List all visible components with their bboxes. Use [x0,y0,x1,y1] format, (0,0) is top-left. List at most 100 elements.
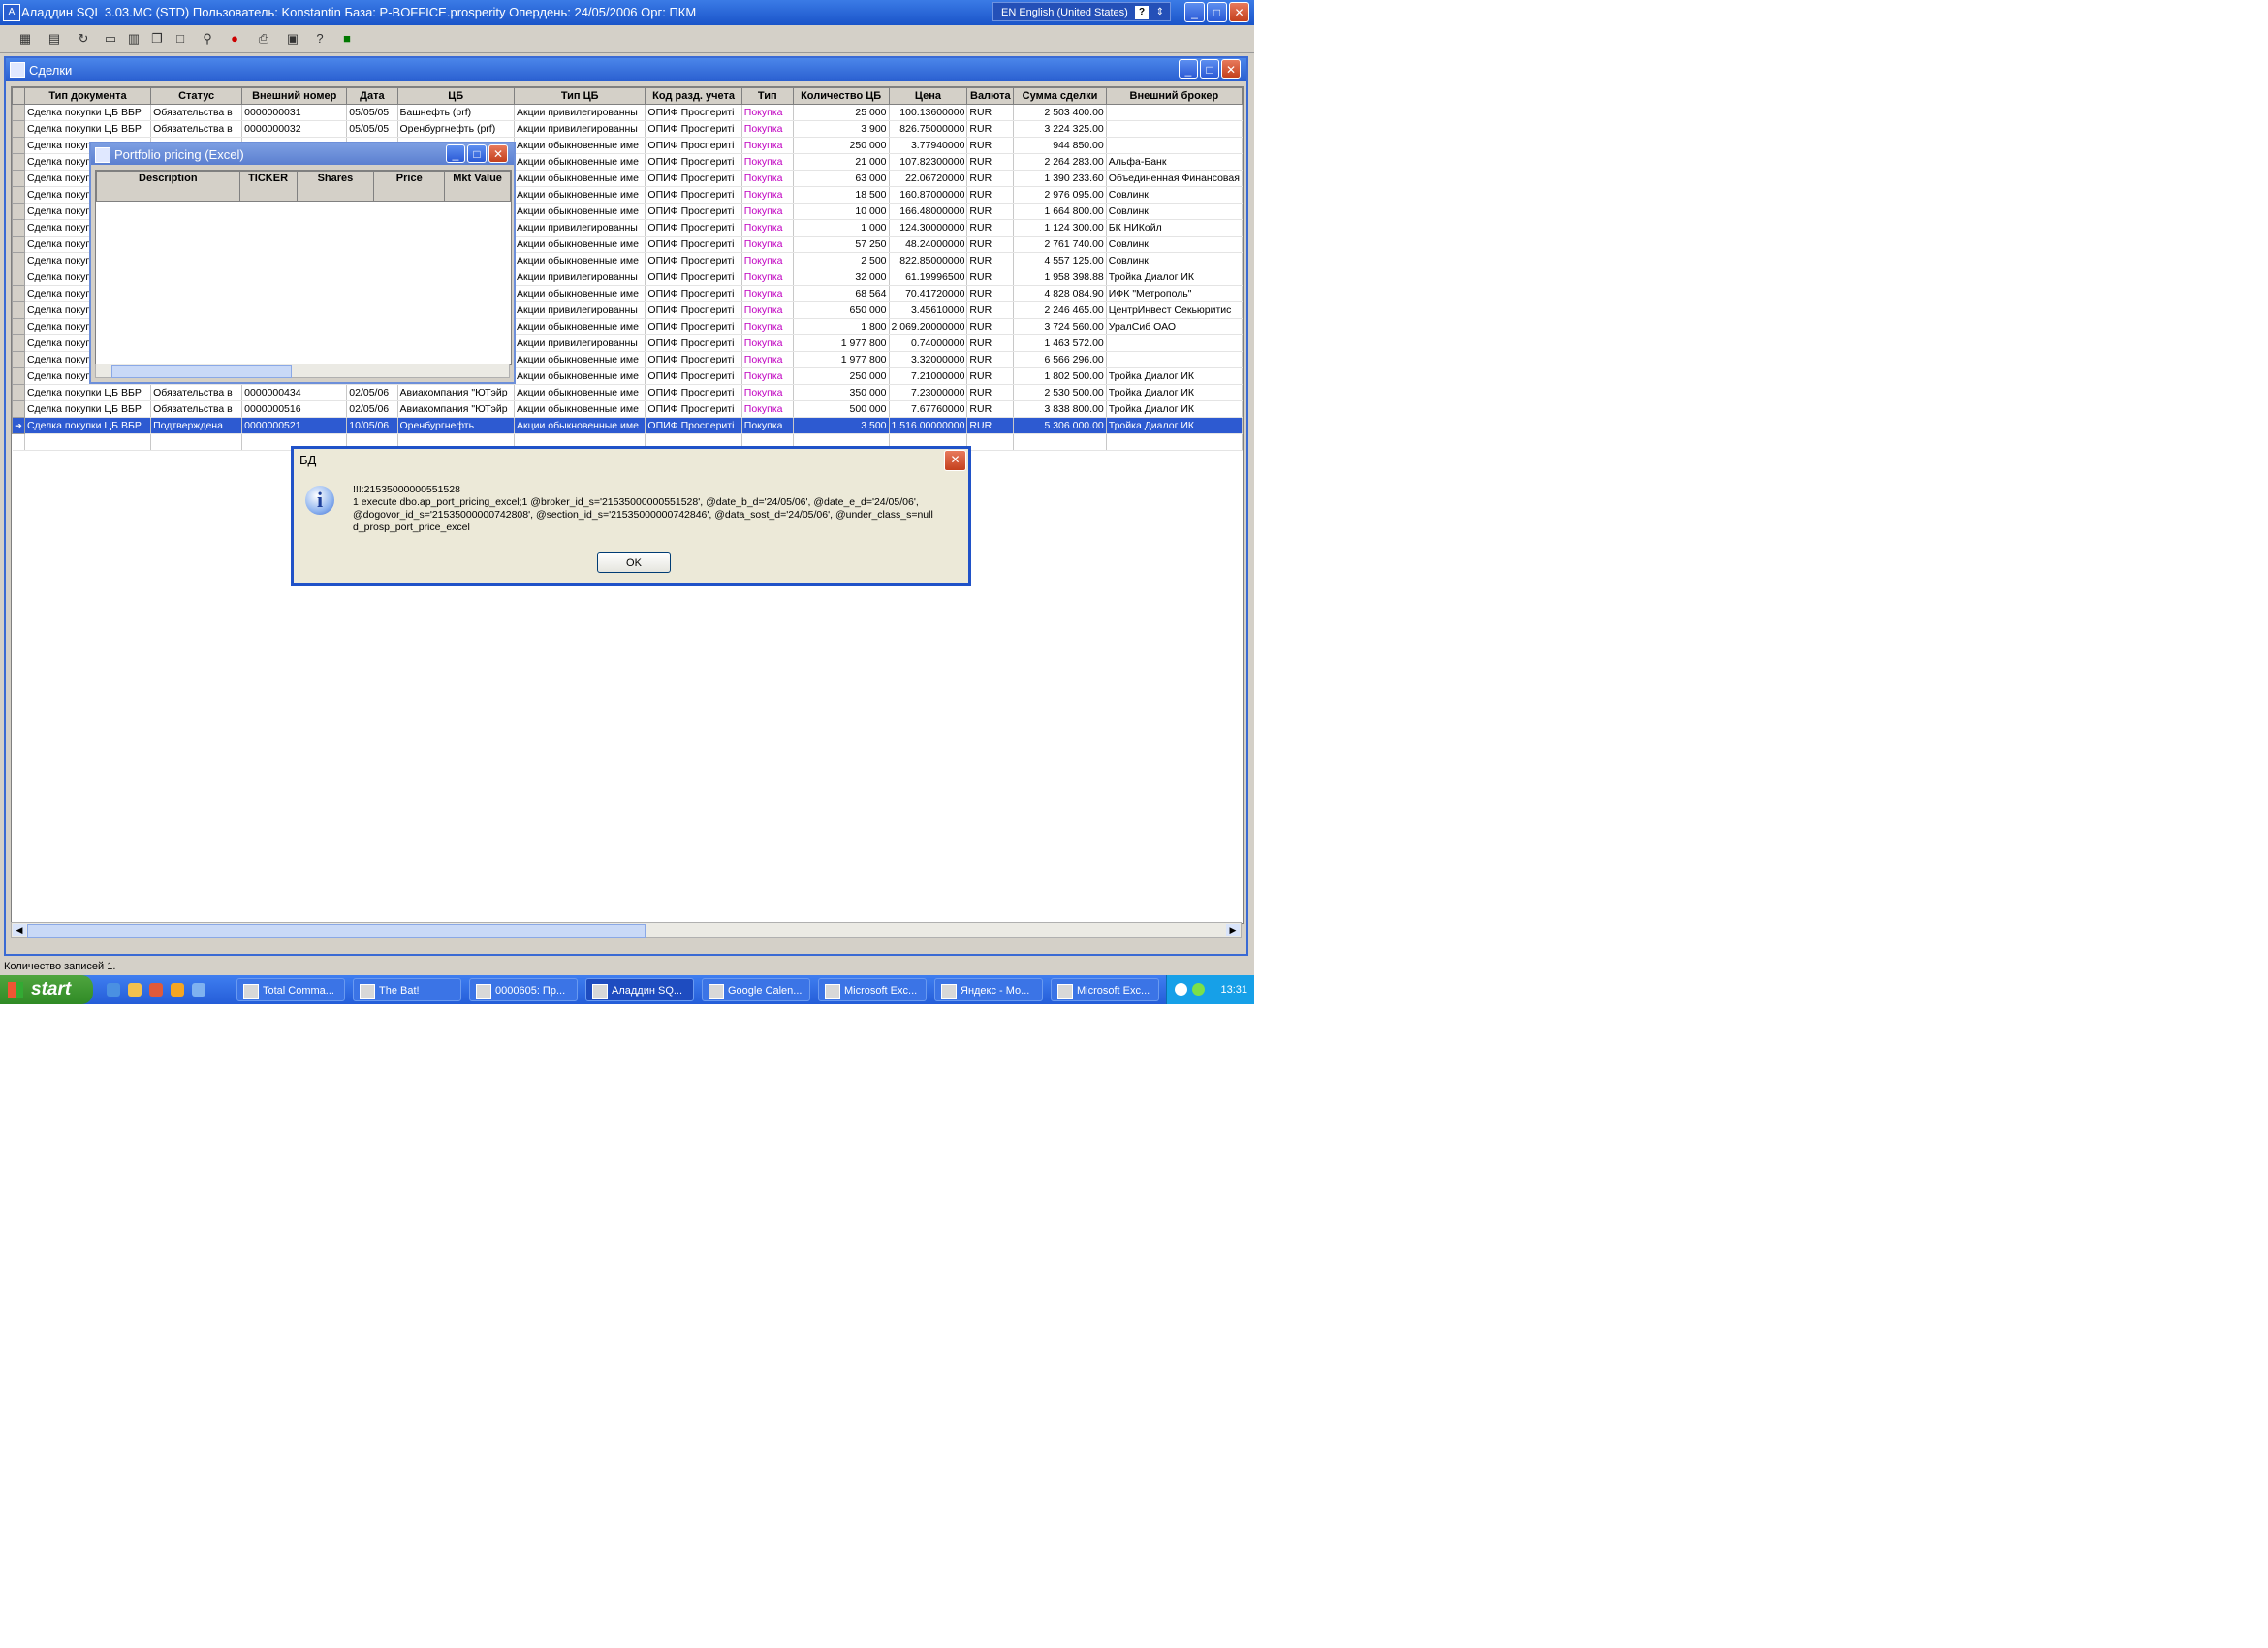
cell-account-code[interactable]: ОПИФ Проспериті [645,400,742,418]
row-indicator[interactable] [12,285,25,302]
cell-date[interactable]: 02/05/06 [346,400,398,418]
portfolio-minimize-button[interactable]: _ [446,144,465,163]
cell-account-code[interactable]: ОПИФ Проспериті [645,153,742,171]
cell-amount[interactable]: 1 124 300.00 [1013,219,1107,237]
row-indicator[interactable] [12,351,25,368]
cell-quantity[interactable]: 1 800 [793,318,890,335]
cell-type[interactable]: Покупка [741,203,794,220]
cell-currency[interactable]: RUR [966,351,1015,368]
cell-type[interactable]: Покупка [741,236,794,253]
cell-broker[interactable]: Совлинк [1106,203,1243,220]
cell-currency[interactable]: RUR [966,170,1015,187]
cell-currency[interactable]: RUR [966,384,1015,401]
cell-account-code[interactable]: ОПИФ Проспериті [645,137,742,154]
cell-date[interactable]: 05/05/05 [346,104,398,121]
cell-broker[interactable]: Тройка Диалог ИК [1106,367,1243,385]
cell-account-code[interactable]: ОПИФ Проспериті [645,334,742,352]
cell-type[interactable]: Покупка [741,186,794,204]
cell-broker[interactable]: ИФК "Метрополь" [1106,285,1243,302]
header-col-price[interactable]: Цена [888,87,968,105]
cell-type[interactable]: Покупка [741,153,794,171]
cell-status[interactable]: Обязательства в [150,384,243,401]
cell-type[interactable]: Покупка [741,334,794,352]
cell-security-type[interactable]: Акции обыкновенные име [514,351,646,368]
cell-currency[interactable]: RUR [966,137,1015,154]
cell-ext-number[interactable]: 0000000032 [241,120,348,138]
cell-currency[interactable]: RUR [966,400,1015,418]
cell-amount[interactable]: 944 850.00 [1013,137,1107,154]
cell-quantity[interactable]: 25 000 [793,104,890,121]
cell-quantity[interactable]: 10 000 [793,203,890,220]
cell-account-code[interactable]: ОПИФ Проспериті [645,104,742,121]
header-col-date[interactable]: Дата [346,87,398,105]
cell-type[interactable]: Покупка [741,384,794,401]
cell-price[interactable]: 7.23000000 [889,384,968,401]
deals-maximize-button[interactable]: □ [1200,59,1219,79]
cell-status[interactable]: Обязательства в [150,104,243,121]
cell-broker[interactable]: Совлинк [1106,252,1243,269]
portfolio-col-ticker[interactable]: TICKER [238,171,298,202]
row-indicator[interactable] [12,170,25,187]
cell-security-type[interactable]: Акции обыкновенные име [514,417,646,434]
taskbar-button[interactable]: Total Comma... [236,978,345,1001]
header-col-broker[interactable]: Внешний брокер [1105,87,1243,105]
header-col-status[interactable]: Статус [150,87,243,105]
cell-price[interactable]: 22.06720000 [889,170,968,187]
cell-account-code[interactable]: ОПИФ Проспериті [645,236,742,253]
cell-currency[interactable]: RUR [966,417,1015,434]
cell-type[interactable]: Покупка [741,170,794,187]
cell-broker[interactable] [1106,137,1243,154]
cell-security[interactable]: Оренбургнефть [397,417,515,434]
cell-currency[interactable]: RUR [966,236,1015,253]
cell-security-type[interactable]: Акции привилегированны [514,219,646,237]
header-col-quantity[interactable]: Количество ЦБ [792,87,890,105]
cell-amount[interactable]: 1 664 800.00 [1013,203,1107,220]
cell-ext-number[interactable]: 0000000521 [241,417,348,434]
cell-broker[interactable] [1106,120,1243,138]
header-col-doc-type[interactable]: Тип документа [23,87,152,105]
header-col-security[interactable]: ЦБ [396,87,515,105]
cell-account-code[interactable]: ОПИФ Проспериті [645,170,742,187]
cell-quantity[interactable]: 1 977 800 [793,351,890,368]
cell-doc-type[interactable]: Сделка покупки ЦБ ВБР [24,417,152,434]
cell-status[interactable]: Обязательства в [150,120,243,138]
row-indicator[interactable] [12,236,25,253]
table-row[interactable]: ➔ Сделка покупки ЦБ ВБР Подтверждена 000000… [12,417,1243,434]
blank-icon[interactable]: □ [171,29,190,48]
tray-status-icon[interactable] [1192,983,1205,996]
cell-amount[interactable]: 4 828 084.90 [1013,285,1107,302]
cell-type[interactable]: Покупка [741,104,794,121]
cell-amount[interactable]: 6 566 296.00 [1013,351,1107,368]
cell-quantity[interactable]: 250 000 [793,137,890,154]
cell-type[interactable]: Покупка [741,252,794,269]
row-indicator[interactable] [12,384,25,401]
cell-quantity[interactable]: 350 000 [793,384,890,401]
cell-price[interactable]: 3.77940000 [889,137,968,154]
cell-amount[interactable]: 2 264 283.00 [1013,153,1107,171]
cell-amount[interactable]: 1 802 500.00 [1013,367,1107,385]
taskbar-button[interactable]: Яндекс - Мо... [934,978,1043,1001]
cell-broker[interactable]: Тройка Диалог ИК [1106,417,1243,434]
cell-amount[interactable]: 3 224 325.00 [1013,120,1107,138]
cell-price[interactable]: 7.67760000 [889,400,968,418]
taskbar-button[interactable]: Аладдин SQ... [585,978,694,1001]
cell-currency[interactable]: RUR [966,318,1015,335]
cell-quantity[interactable]: 250 000 [793,367,890,385]
row-indicator[interactable] [12,219,25,237]
table-row[interactable]: Сделка покупки ЦБ ВБРОбязательства в0000… [12,400,1243,418]
cell-currency[interactable]: RUR [966,269,1015,286]
cell-price[interactable]: 826.75000000 [889,120,968,138]
minimize-button[interactable]: _ [1184,2,1205,22]
cell-broker[interactable] [1106,104,1243,121]
cell-amount[interactable]: 1 463 572.00 [1013,334,1107,352]
cell-amount[interactable]: 2 761 740.00 [1013,236,1107,253]
cell-ext-number[interactable]: 0000000031 [241,104,348,121]
cell-broker[interactable]: Объединенная Финансовая [1106,170,1243,187]
book-icon[interactable]: ▤ [45,29,64,48]
cell-price[interactable]: 2 069.20000000 [889,318,968,335]
cell-amount[interactable]: 2 530 500.00 [1013,384,1107,401]
cell-broker[interactable]: Тройка Диалог ИК [1106,269,1243,286]
deals-minimize-button[interactable]: _ [1179,59,1198,79]
search-icon[interactable]: ⚲ [198,29,217,48]
cell-broker[interactable]: Совлинк [1106,186,1243,204]
